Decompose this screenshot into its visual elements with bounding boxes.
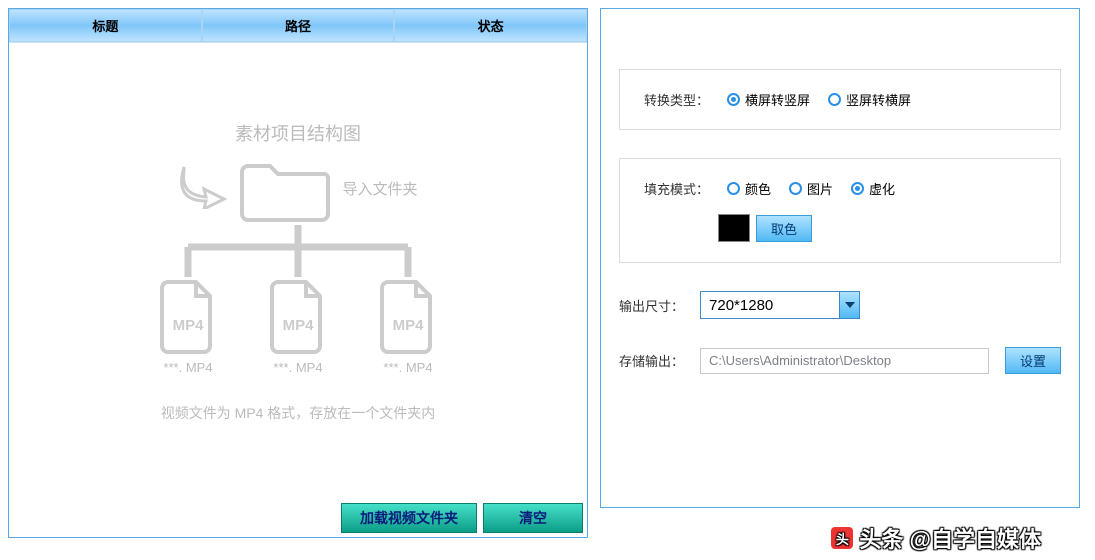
radio-color[interactable]: 颜色 (727, 179, 771, 198)
svg-text:MP4: MP4 (393, 317, 425, 334)
radio-icon (727, 93, 740, 106)
load-folder-button[interactable]: 加载视频文件夹 (341, 503, 477, 533)
col-title[interactable]: 标题 (9, 9, 202, 42)
import-label: 导入文件夹 (342, 178, 417, 199)
watermark: 头 头条 @自学自媒体 (831, 522, 1041, 554)
output-path-row: 存储输出： 设置 (619, 347, 1061, 374)
format-hint: 视频文件为 MP4 格式，存放在一个文件夹内 (161, 403, 436, 423)
mp4-item: MP4 ***. MP4 (268, 280, 328, 375)
watermark-text: 头条 @自学自媒体 (859, 522, 1041, 554)
arrow-icon (178, 165, 228, 212)
mp4-caption: ***. MP4 (273, 360, 322, 375)
folder-icon (240, 152, 330, 225)
radio-v2h[interactable]: 竖屏转横屏 (828, 90, 911, 109)
setting-button[interactable]: 设置 (1005, 347, 1061, 374)
output-size-select[interactable]: 720*1280 (700, 291, 860, 319)
chevron-down-icon[interactable] (839, 292, 859, 318)
col-path[interactable]: 路径 (202, 9, 395, 42)
svg-text:MP4: MP4 (283, 317, 315, 334)
fill-mode-group: 填充模式： 颜色 图片 虚化 取色 (619, 158, 1061, 263)
radio-blur[interactable]: 虚化 (851, 179, 895, 198)
output-size-row: 输出尺寸： 720*1280 (619, 291, 1061, 319)
mp4-caption: ***. MP4 (163, 360, 212, 375)
convert-type-group: 转换类型： 横屏转竖屏 竖屏转横屏 (619, 69, 1061, 130)
color-swatch[interactable] (718, 214, 750, 242)
watermark-logo-icon: 头 (831, 527, 853, 549)
mp4-file-icon: MP4 (158, 280, 218, 354)
diagram-heading: 素材项目结构图 (235, 120, 361, 146)
pick-color-button[interactable]: 取色 (756, 215, 812, 242)
output-size-label: 输出尺寸： (619, 296, 684, 315)
mp4-row: MP4 ***. MP4 MP4 ***. MP4 MP4 ***. MP4 (158, 280, 438, 375)
output-path-input[interactable] (700, 348, 989, 374)
radio-image[interactable]: 图片 (789, 179, 833, 198)
fill-mode-label: 填充模式： (644, 179, 709, 198)
source-panel: 标题 路径 状态 素材项目结构图 导入文件夹 MP4 ***. MP4 MP4 … (8, 8, 588, 538)
mp4-item: MP4 ***. MP4 (158, 280, 218, 375)
radio-label: 竖屏转横屏 (846, 90, 911, 109)
mp4-caption: ***. MP4 (383, 360, 432, 375)
clear-button[interactable]: 清空 (483, 503, 583, 533)
radio-label: 图片 (807, 179, 833, 198)
convert-type-label: 转换类型： (644, 90, 709, 109)
mp4-file-icon: MP4 (378, 280, 438, 354)
tree-connector-icon (158, 225, 438, 284)
bottom-bar: 加载视频文件夹 清空 (9, 499, 587, 537)
radio-icon (727, 182, 740, 195)
radio-icon (828, 93, 841, 106)
table-header: 标题 路径 状态 (9, 9, 587, 43)
settings-panel: 转换类型： 横屏转竖屏 竖屏转横屏 填充模式： 颜色 图片 (600, 8, 1080, 508)
output-size-value: 720*1280 (701, 297, 839, 314)
structure-diagram: 素材项目结构图 导入文件夹 MP4 ***. MP4 MP4 ***. MP4 … (9, 43, 587, 499)
col-status[interactable]: 状态 (394, 9, 587, 42)
radio-icon (789, 182, 802, 195)
svg-text:MP4: MP4 (173, 317, 205, 334)
radio-label: 虚化 (869, 179, 895, 198)
mp4-item: MP4 ***. MP4 (378, 280, 438, 375)
radio-label: 颜色 (745, 179, 771, 198)
radio-icon (851, 182, 864, 195)
output-path-label: 存储输出： (619, 351, 684, 370)
radio-label: 横屏转竖屏 (745, 90, 810, 109)
mp4-file-icon: MP4 (268, 280, 328, 354)
radio-h2v[interactable]: 横屏转竖屏 (727, 90, 810, 109)
